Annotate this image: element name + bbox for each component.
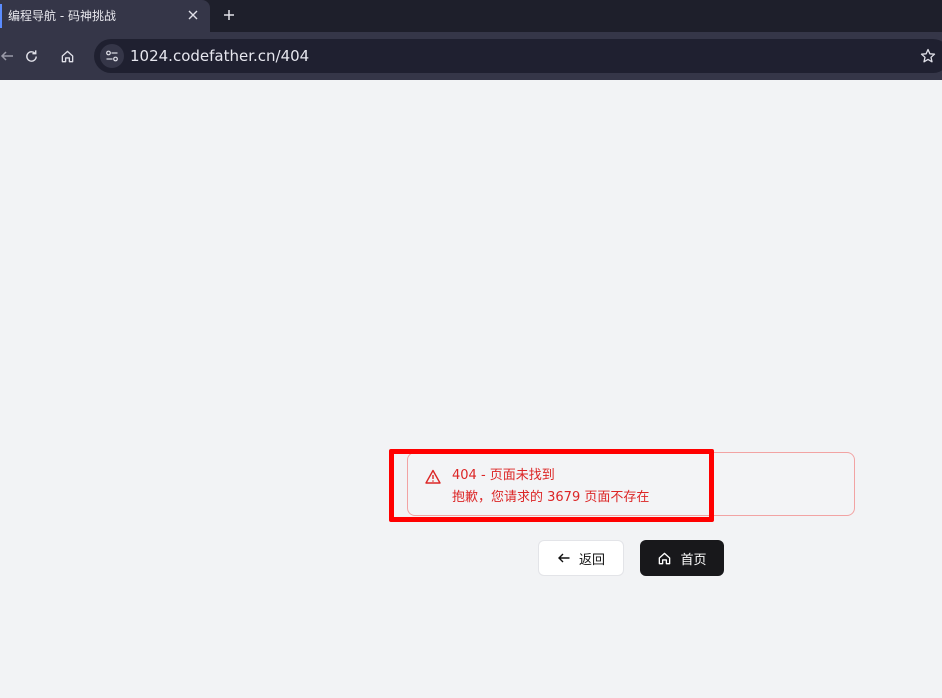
home-nav-icon[interactable] xyxy=(54,43,80,69)
site-info-icon[interactable] xyxy=(100,44,124,68)
address-bar[interactable]: 1024.codefather.cn/404 xyxy=(94,39,942,73)
new-tab-icon[interactable] xyxy=(219,5,239,25)
annotation-highlight-box xyxy=(389,449,714,522)
home-button[interactable]: 首页 xyxy=(640,540,724,576)
home-button-label: 首页 xyxy=(680,552,707,568)
page-content xyxy=(0,80,942,698)
home-icon xyxy=(659,552,671,564)
tab-title: 编程导航 - 码神挑战 xyxy=(8,9,116,23)
arrow-left-icon xyxy=(557,553,570,563)
active-tab[interactable]: 编程导航 - 码神挑战 xyxy=(0,0,210,32)
back-nav-icon[interactable] xyxy=(0,43,20,69)
close-tab-icon[interactable] xyxy=(184,6,202,24)
url-text: 1024.codefather.cn/404 xyxy=(130,47,310,65)
tab-strip: 编程导航 - 码神挑战 xyxy=(0,0,942,32)
reload-icon[interactable] xyxy=(18,43,44,69)
bookmark-star-icon[interactable] xyxy=(918,46,938,66)
back-button-label: 返回 xyxy=(578,552,605,568)
back-button[interactable]: 返回 xyxy=(538,540,624,576)
tab-accent xyxy=(0,4,2,28)
